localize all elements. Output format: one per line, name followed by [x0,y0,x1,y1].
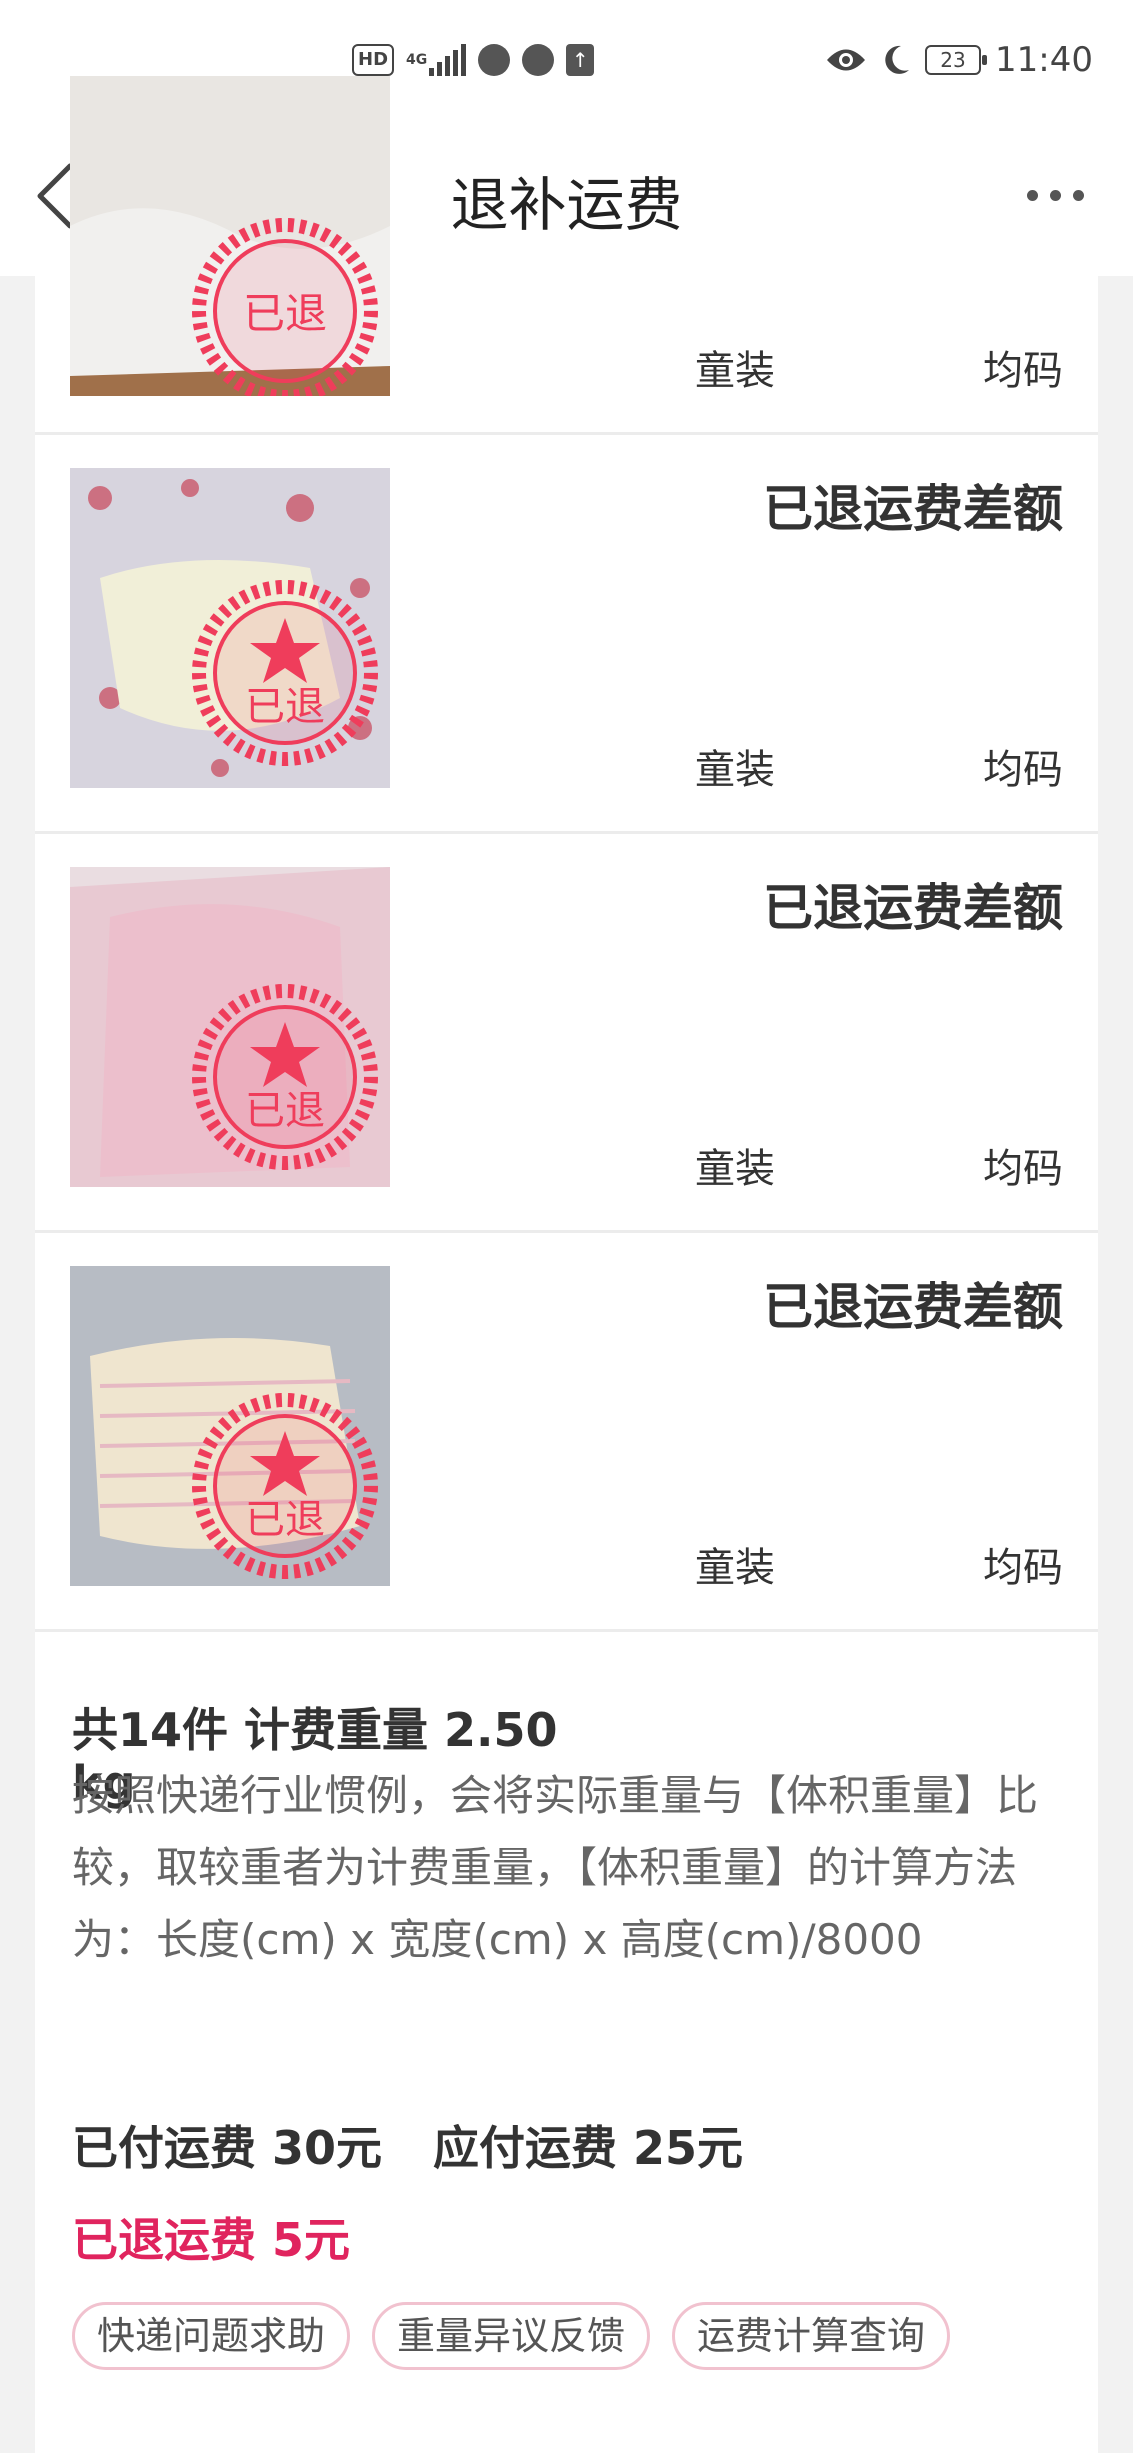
status-icons-left: HD 4G ↑ [352,42,595,78]
list-item[interactable]: 已退 已退运费差额 童装 均码 [35,1233,1098,1632]
next-card-edge [35,2410,1098,2453]
list-item[interactable]: 已退 已退运费差额 童装 均码 [35,834,1098,1233]
tag-fee-query[interactable]: 运费计算查询 [672,2302,951,2370]
shipping-summary: 共14件 计费重量 2.50 kg 按照快递行业惯例，会将实际重量与【体积重量】… [35,1632,1098,2415]
item-category: 童装 [695,1146,775,1192]
status-icons-right: 23 11:40 [825,40,1093,80]
list-item[interactable]: 已退 童装 均码 [35,76,1098,435]
moon-icon [885,45,910,74]
more-dots-icon [1026,189,1038,201]
paid-shipping: 已付运费 30元 [72,2121,383,2175]
stamp-label: 已退 [245,1497,325,1543]
stamp-label: 已退 [245,684,325,730]
refund-diff-label: 已退运费差额 [763,879,1063,937]
item-size: 均码 [983,348,1063,394]
stamp-label: 已退 [243,289,327,338]
product-thumbnail[interactable]: 已退 [70,1266,390,1586]
tag-express-help[interactable]: 快递问题求助 [72,2302,351,2370]
item-category: 童装 [695,747,775,793]
item-size: 均码 [983,747,1063,793]
product-thumbnail[interactable]: 已退 [70,76,390,396]
refunded-shipping: 已退运费 5元 [72,2213,351,2267]
more-button[interactable] [1015,170,1095,220]
content-list: 已退 童装 均码 已退 已退运费差额 童装 均码 已退 已退运费差额 童装 均码… [35,76,1098,2415]
audio-icon [522,42,555,78]
item-size: 均码 [983,1545,1063,1591]
item-category: 童装 [695,1545,775,1591]
hd-icon: HD [352,44,395,76]
due-shipping: 应付运费 25元 [433,2121,744,2175]
item-size: 均码 [983,1146,1063,1192]
list-item[interactable]: 已退 已退运费差额 童装 均码 [35,435,1098,834]
weight-rule-description: 按照快递行业惯例，会将实际重量与【体积重量】比较，取较重者为计费重量，【体积重量… [72,1771,1039,1964]
network-type: 4G [406,52,428,68]
refund-diff-label: 已退运费差额 [763,480,1063,538]
battery-icon: 23 [925,45,988,75]
item-category: 童装 [695,348,775,394]
product-thumbnail[interactable]: 已退 [70,468,390,788]
stamp-label: 已退 [245,1088,325,1134]
summary-title: 共14件 计费重量 2.50 [72,1703,558,1757]
refund-diff-label: 已退运费差额 [763,1278,1063,1336]
clock: 11:40 [995,40,1093,80]
help-tags: 快递问题求助 重量异议反馈 运费计算查询 [72,2302,951,2370]
tag-weight-dispute[interactable]: 重量异议反馈 [372,2302,651,2370]
timer-icon [478,42,511,78]
product-thumbnail[interactable]: 已退 [70,867,390,1187]
upload-icon: ↑ [566,42,595,78]
signal-icon: 4G [406,42,467,78]
eye-icon [827,49,866,71]
